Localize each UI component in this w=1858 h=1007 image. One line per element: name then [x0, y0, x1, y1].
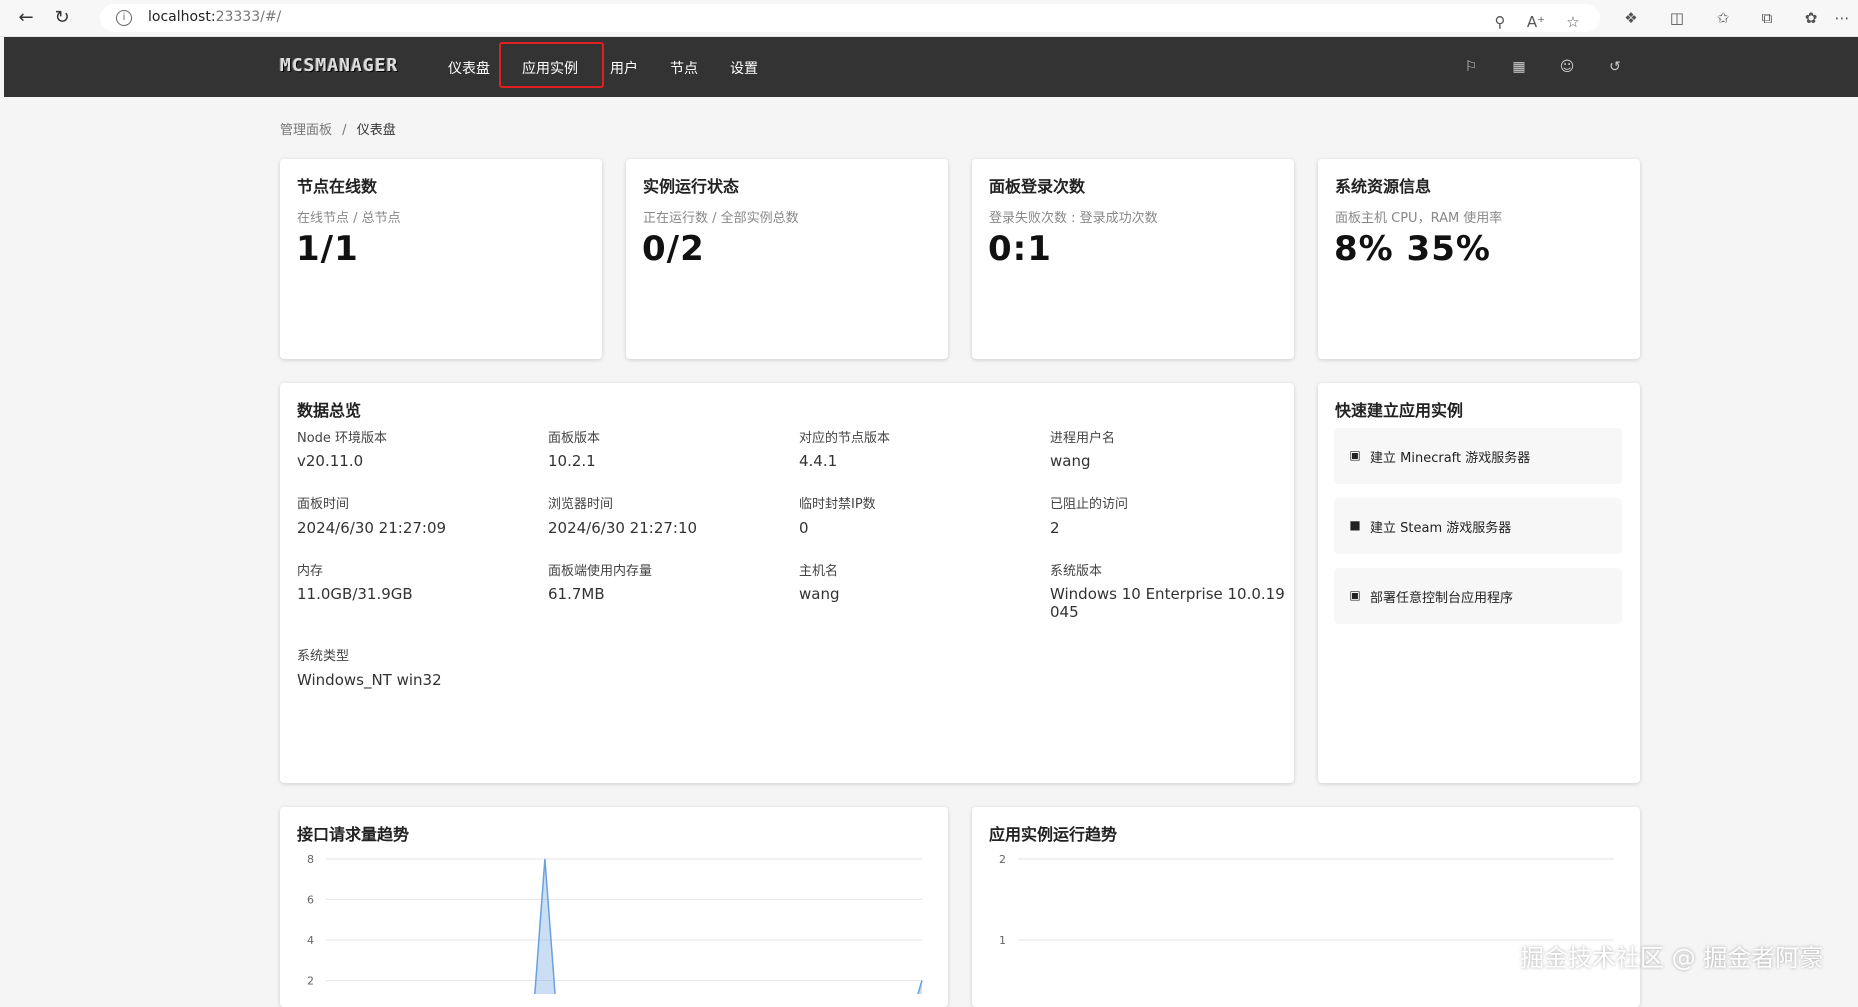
console-icon: ▣	[1349, 588, 1361, 602]
nav-users[interactable]: 用户	[610, 58, 638, 78]
copilot-icon[interactable]: ✿	[1799, 6, 1823, 30]
overview-label: 面板时间	[297, 497, 350, 512]
request-trend-card: 接口请求量趋势 2468	[280, 807, 948, 1007]
card-value: 0/2	[642, 229, 705, 269]
overview-value: 2	[1050, 519, 1060, 537]
extensions-icon[interactable]: ❖	[1619, 6, 1643, 30]
stat-card-resources: 系统资源信息 面板主机 CPU，RAM 使用率 8% 35%	[1318, 159, 1640, 359]
overview-label: 对应的节点版本	[799, 431, 891, 446]
nav-nodes[interactable]: 节点	[670, 58, 698, 78]
overview-value: Windows_NT win32	[297, 671, 442, 689]
overview-label: 浏览器时间	[548, 497, 614, 512]
nav-settings[interactable]: 设置	[730, 58, 758, 78]
user-icon[interactable]: ☺	[1557, 57, 1577, 77]
y-tick-label: 2	[999, 853, 1006, 866]
overview-value: 0	[799, 519, 809, 537]
more-icon[interactable]: ⋯	[1830, 6, 1854, 30]
overview-value: 61.7MB	[548, 585, 605, 603]
url-text[interactable]: localhost:23333/#/	[148, 9, 281, 25]
stat-card-nodes: 节点在线数 在线节点 / 总节点 1/1	[280, 159, 602, 359]
back-icon[interactable]: ←	[14, 6, 38, 30]
y-tick-label: 1	[999, 934, 1006, 947]
y-tick-label: 2	[307, 975, 314, 988]
app-header: MCSMANAGER 仪表盘 应用实例 用户 节点 设置 ⚐ ▦ ☺ ↺	[4, 37, 1858, 97]
card-title: 系统资源信息	[1335, 177, 1432, 196]
instance-trend-card: 应用实例运行趋势 12	[972, 807, 1640, 1007]
browser-toolbar: ← ↻ i localhost:23333/#/ ⚲ A⁺ ☆ ❖ ◫ ✩ ⧉ …	[0, 0, 1858, 37]
overview-value: Windows 10 Enterprise 10.0.19045	[1050, 585, 1285, 621]
minecraft-icon: ▣	[1349, 448, 1361, 462]
card-title: 实例运行状态	[643, 177, 740, 196]
quick-create-label: 建立 Steam 游戏服务器	[1370, 521, 1512, 536]
y-tick-label: 6	[307, 894, 314, 907]
overview-label: 系统版本	[1050, 564, 1103, 579]
quick-create-card: 快速建立应用实例 ▣ 建立 Minecraft 游戏服务器 ■ 建立 Steam…	[1318, 383, 1640, 783]
breadcrumb-root[interactable]: 管理面板	[280, 123, 332, 138]
overview-label: Node 环境版本	[297, 431, 388, 446]
overview-label: 面板版本	[548, 431, 601, 446]
request-trend-chart: 2 4 6 8	[307, 853, 923, 994]
card-subtitle: 在线节点 / 总节点	[297, 211, 401, 226]
card-subtitle: 面板主机 CPU，RAM 使用率	[1335, 211, 1503, 226]
overview-value: 2024/6/30 21:27:09	[297, 519, 447, 537]
series-line	[534, 858, 923, 994]
card-subtitle: 正在运行数 / 全部实例总数	[643, 211, 799, 226]
collections-icon[interactable]: ⧉	[1755, 6, 1779, 30]
breadcrumb-separator: /	[342, 123, 347, 138]
quick-create-steam[interactable]: ■ 建立 Steam 游戏服务器	[1334, 498, 1622, 554]
key-icon[interactable]: ⚲	[1488, 10, 1512, 34]
overview-title: 数据总览	[297, 401, 362, 420]
favorites-icon[interactable]: ✩	[1711, 6, 1735, 30]
card-value: 8% 35%	[1334, 229, 1491, 269]
card-title: 面板登录次数	[989, 177, 1086, 196]
overview-label: 临时封禁IP数	[799, 497, 876, 512]
app-logo[interactable]: MCSMANAGER	[280, 55, 398, 76]
overview-value: wang	[1050, 452, 1091, 470]
quick-create-label: 部署任意控制台应用程序	[1370, 591, 1514, 606]
overview-value: 11.0GB/31.9GB	[297, 585, 413, 603]
y-tick-label: 4	[307, 934, 314, 947]
quick-create-label: 建立 Minecraft 游戏服务器	[1370, 451, 1531, 466]
overview-value: 4.4.1	[799, 452, 838, 470]
series-area	[534, 859, 922, 994]
card-title: 节点在线数	[297, 177, 378, 196]
card-subtitle: 登录失败次数 : 登录成功次数	[989, 211, 1158, 226]
overview-label: 已阻止的访问	[1050, 497, 1129, 512]
overview-label: 面板端使用内存量	[548, 564, 653, 579]
paint-brush-icon[interactable]: ⚐	[1461, 57, 1481, 77]
split-screen-icon[interactable]: ◫	[1665, 6, 1689, 30]
y-tick-label: 8	[307, 853, 314, 866]
overview-label: 主机名	[799, 564, 839, 579]
quick-create-title: 快速建立应用实例	[1335, 401, 1464, 420]
breadcrumb-current: 仪表盘	[356, 123, 396, 138]
nav-dashboard[interactable]: 仪表盘	[448, 58, 490, 78]
overview-label: 系统类型	[297, 649, 350, 664]
stat-card-logins: 面板登录次数 登录失败次数 : 登录成功次数 0:1	[972, 159, 1294, 359]
logout-icon[interactable]: ↺	[1605, 57, 1625, 77]
read-aloud-icon[interactable]: A⁺	[1524, 10, 1548, 34]
watermark: 掘金技术社区 @ 掘金者阿豪	[1520, 944, 1824, 972]
info-icon[interactable]: i	[116, 10, 132, 26]
data-overview-card: 数据总览 Node 环境版本 v20.11.0 面板版本 10.2.1 对应的节…	[280, 383, 1294, 783]
quick-create-minecraft[interactable]: ▣ 建立 Minecraft 游戏服务器	[1334, 428, 1622, 484]
favorite-star-icon[interactable]: ☆	[1561, 10, 1585, 34]
quick-create-console[interactable]: ▣ 部署任意控制台应用程序	[1334, 568, 1622, 624]
card-value: 1/1	[296, 229, 359, 269]
overview-label: 进程用户名	[1050, 431, 1116, 446]
card-value: 0:1	[988, 229, 1052, 269]
layout-icon[interactable]: ▦	[1509, 57, 1529, 77]
overview-value: 10.2.1	[548, 452, 596, 470]
overview-value: wang	[799, 585, 840, 603]
stat-card-instances: 实例运行状态 正在运行数 / 全部实例总数 0/2	[626, 159, 948, 359]
overview-value: 2024/6/30 21:27:10	[548, 519, 698, 537]
refresh-icon[interactable]: ↻	[50, 6, 74, 30]
steam-icon: ■	[1349, 518, 1361, 532]
address-bar[interactable]: i localhost:23333/#/ ⚲ A⁺ ☆	[100, 4, 1600, 32]
overview-label: 内存	[297, 564, 324, 579]
overview-value: v20.11.0	[297, 452, 364, 470]
breadcrumb: 管理面板 / 仪表盘	[280, 119, 396, 138]
nav-instances-highlight	[499, 42, 604, 88]
